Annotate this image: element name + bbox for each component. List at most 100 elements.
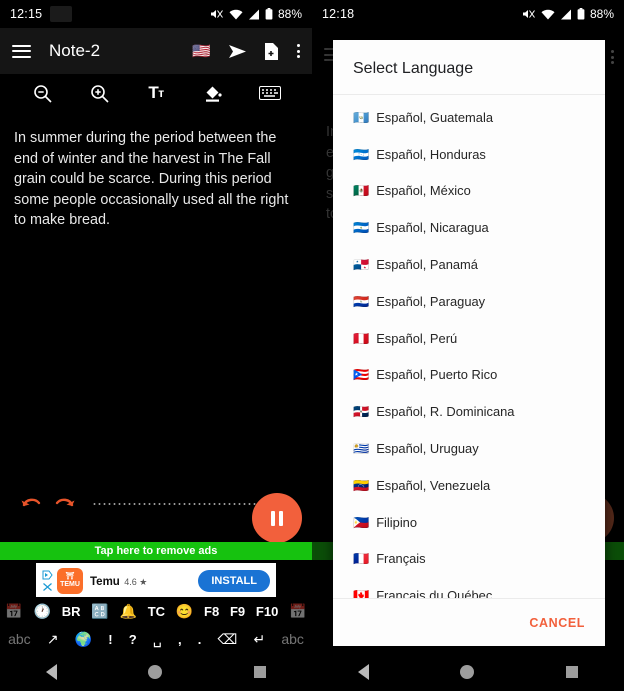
list-item-label: Español, Panamá: [376, 257, 478, 273]
flag-icon: 🇭🇳: [353, 146, 370, 162]
list-item[interactable]: 🇵🇭 Filipino: [333, 504, 605, 541]
list-item-label: Filipino: [376, 514, 418, 530]
note-text[interactable]: In summer during the period between the …: [0, 112, 312, 231]
nav-recents-icon[interactable]: [566, 666, 579, 678]
ad-choices-icon[interactable]: [42, 570, 53, 580]
signal-icon: [248, 9, 259, 19]
battery-icon: [577, 8, 585, 20]
key-calendar-left[interactable]: 📅: [0, 597, 28, 625]
wifi-icon: [229, 9, 243, 19]
ad-container[interactable]: ⛩ TEMU Temu 4.6 ★ INSTALL: [36, 563, 276, 599]
close-icon[interactable]: [42, 582, 53, 592]
key-abc-left[interactable]: abc: [0, 625, 39, 653]
list-item-label: Español, Honduras: [376, 146, 486, 162]
battery-icon: [265, 8, 273, 20]
key-abc-right[interactable]: abc: [273, 625, 312, 653]
flag-icon: 🇵🇦: [353, 257, 370, 273]
install-button[interactable]: INSTALL: [198, 570, 270, 592]
remove-ads-banner[interactable]: Tap here to remove ads: [0, 542, 312, 560]
key-question[interactable]: ?: [121, 625, 145, 653]
key-comma[interactable]: ,: [170, 625, 190, 653]
key-clock[interactable]: 🕐: [28, 597, 56, 625]
list-item-label: Español, Uruguay: [376, 441, 479, 457]
select-language-dialog: Select Language 🇬🇹 Español, Guatemala 🇭🇳…: [333, 40, 605, 646]
key-exclamation[interactable]: !: [100, 625, 121, 653]
list-item[interactable]: 🇵🇦 Español, Panamá: [333, 246, 605, 283]
key-enter[interactable]: ↵: [245, 625, 273, 653]
key-period[interactable]: .: [190, 625, 210, 653]
key-space[interactable]: ␣: [145, 625, 170, 653]
zoom-out-icon[interactable]: [25, 78, 59, 108]
list-item-label: Español, Nicaragua: [376, 220, 489, 236]
key-arrow[interactable]: ↗: [39, 625, 67, 653]
list-item-label: Français: [376, 551, 426, 567]
wifi-icon: [541, 9, 555, 19]
right-screen: 12:18 88% In summer: [312, 0, 624, 691]
ad-markers: [42, 570, 53, 592]
flag-icon: 🇲🇽: [353, 183, 370, 199]
keyboard-icon[interactable]: [253, 78, 287, 108]
ad-app-name: Temu: [90, 576, 120, 588]
key-globe[interactable]: 🌍: [67, 625, 101, 653]
list-item[interactable]: 🇳🇮 Español, Nicaragua: [333, 209, 605, 246]
redo-icon[interactable]: [48, 489, 82, 519]
menu-icon[interactable]: [12, 44, 31, 58]
new-document-icon[interactable]: [264, 42, 279, 60]
key-backspace[interactable]: ⌫: [209, 625, 245, 653]
list-item[interactable]: 🇲🇽 Español, México: [333, 173, 605, 210]
flag-icon: 🇵🇷: [353, 367, 370, 383]
nav-home-icon[interactable]: [148, 665, 163, 679]
battery-percent: 88%: [277, 7, 302, 21]
list-item[interactable]: 🇨🇦 Français du Québec: [333, 577, 605, 598]
language-list[interactable]: 🇬🇹 Español, Guatemala 🇭🇳 Español, Hondur…: [333, 95, 605, 598]
pause-button[interactable]: [252, 493, 302, 543]
language-flag-icon[interactable]: 🇺🇸: [192, 44, 211, 59]
list-item[interactable]: 🇫🇷 Français: [333, 541, 605, 578]
list-item[interactable]: 🇭🇳 Español, Honduras: [333, 136, 605, 173]
list-item-label: Español, Guatemala: [376, 109, 493, 125]
fill-color-icon[interactable]: [196, 78, 230, 108]
key-emoji[interactable]: 😊: [170, 597, 198, 625]
status-clock: 12:18: [322, 7, 355, 21]
app-bar-actions: 🇺🇸: [192, 42, 300, 60]
nav-back-icon[interactable]: [45, 664, 57, 680]
undo-icon[interactable]: [14, 489, 48, 519]
keyboard-strip: 📅 🕐 BR 🔠 🔔 TC 😊 F8 F9 F10 📅 abc ↗ 🌍 ! ? …: [0, 597, 312, 653]
nav-home-icon[interactable]: [460, 665, 475, 679]
list-item-label: Español, Venezuela: [376, 477, 491, 493]
list-item[interactable]: 🇩🇴 Español, R. Dominicana: [333, 393, 605, 430]
key-f8[interactable]: F8: [199, 597, 225, 625]
list-item-label: Español, R. Dominicana: [376, 404, 515, 420]
flag-icon: 🇩🇴: [353, 404, 370, 420]
list-item[interactable]: 🇺🇾 Español, Uruguay: [333, 430, 605, 467]
list-item[interactable]: 🇵🇪 Español, Perú: [333, 320, 605, 357]
cancel-button[interactable]: CANCEL: [529, 616, 585, 630]
list-item[interactable]: 🇬🇹 Español, Guatemala: [333, 99, 605, 136]
ad-rating: 4.6 ★: [124, 577, 148, 587]
key-caps[interactable]: 🔠: [86, 597, 114, 625]
key-f10[interactable]: F10: [251, 597, 284, 625]
key-br[interactable]: BR: [56, 597, 86, 625]
key-f9[interactable]: F9: [225, 597, 251, 625]
overflow-menu-icon[interactable]: [296, 44, 300, 58]
flag-icon: 🇬🇹: [353, 109, 370, 125]
app-bar: Note-2 🇺🇸: [0, 28, 312, 74]
send-icon[interactable]: [228, 44, 247, 59]
nav-back-icon[interactable]: [357, 664, 369, 680]
list-item[interactable]: 🇵🇾 Español, Paraguay: [333, 283, 605, 320]
nav-recents-icon[interactable]: [254, 666, 267, 678]
list-item-label: Español, Puerto Rico: [376, 367, 498, 383]
list-item[interactable]: 🇵🇷 Español, Puerto Rico: [333, 357, 605, 394]
overflow-menu-icon: [611, 50, 614, 64]
key-calendar-right[interactable]: 📅: [284, 597, 312, 625]
temu-app-icon: ⛩ TEMU: [57, 568, 83, 594]
key-tc[interactable]: TC: [142, 597, 170, 625]
zoom-in-icon[interactable]: [82, 78, 116, 108]
key-bell[interactable]: 🔔: [114, 597, 142, 625]
status-icons: 88%: [210, 7, 302, 21]
status-clock: 12:15: [10, 7, 43, 21]
list-item[interactable]: 🇻🇪 Español, Venezuela: [333, 467, 605, 504]
keyboard-row-2: abc ↗ 🌍 ! ? ␣ , . ⌫ ↵ abc: [0, 625, 312, 653]
flag-icon: 🇵🇾: [353, 293, 370, 309]
text-size-icon[interactable]: Tт: [139, 78, 173, 108]
